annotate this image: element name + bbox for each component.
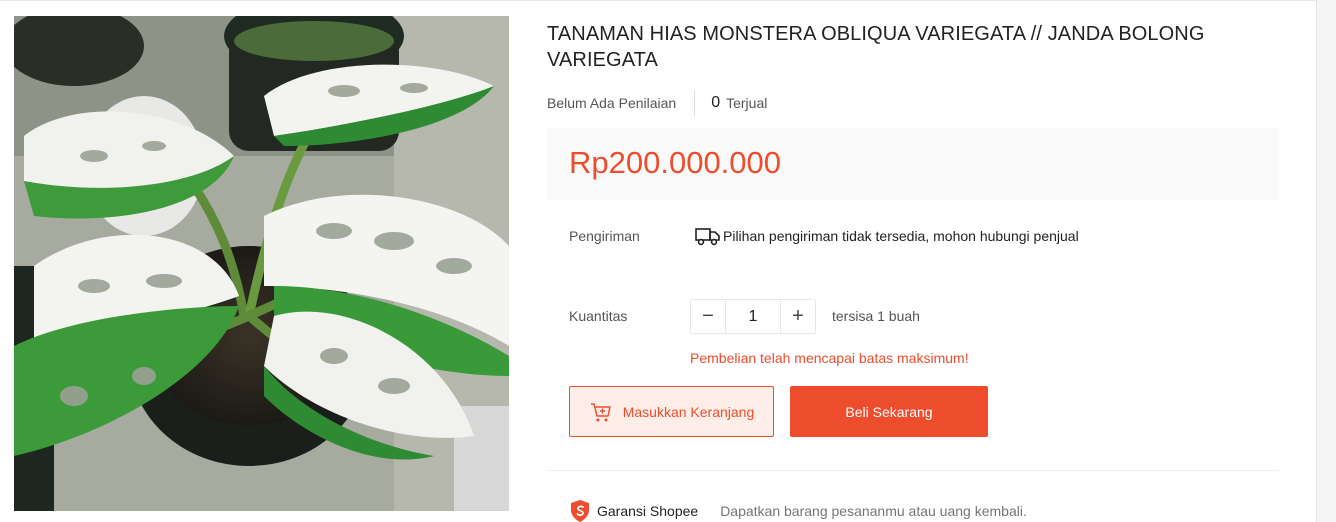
stock-text: tersisa 1 buah [832, 308, 920, 324]
top-border [0, 0, 1316, 1]
buy-now-button[interactable]: Beli Sekarang [790, 386, 988, 437]
price-box: Rp200.000.000 [547, 128, 1279, 200]
add-to-cart-label: Masukkan Keranjang [622, 403, 755, 420]
guarantee-description: Dapatkan barang pesananmu atau uang kemb… [720, 503, 1027, 519]
add-to-cart-icon [590, 402, 611, 421]
shopee-guarantee[interactable]: Garansi Shopee Dapatkan barang pesananmu… [569, 499, 1027, 522]
quantity-input[interactable] [725, 300, 781, 333]
sold-label: Terjual [726, 95, 768, 111]
monstera-plant-photo [14, 16, 509, 511]
decrement-button[interactable]: − [691, 300, 725, 333]
add-to-cart-button[interactable]: Masukkan Keranjang [569, 386, 774, 437]
product-title: TANAMAN HIAS MONSTERA OBLIQUA VARIEGATA … [547, 23, 1205, 71]
shipping-info: Pilihan pengiriman tidak tersedia, mohon… [695, 226, 1079, 246]
shipping-label: Pengiriman [569, 228, 640, 244]
sold-count: 0 [711, 94, 721, 111]
quantity-stepper: − + [690, 299, 816, 334]
product-price: Rp200.000.000 [569, 145, 782, 180]
shield-icon [571, 500, 589, 522]
rating-text[interactable]: Belum Ada Penilaian [547, 95, 694, 111]
buy-now-label: Beli Sekarang [845, 403, 933, 420]
rating-divider [694, 90, 696, 116]
product-image[interactable] [14, 16, 509, 511]
shipping-message: Pilihan pengiriman tidak tersedia, mohon… [723, 228, 1079, 244]
truck-icon [695, 228, 720, 246]
guarantee-title: Garansi Shopee [597, 503, 699, 519]
page-scrollbar-area [1316, 0, 1336, 522]
limit-warning: Pembelian telah mencapai batas maksimum! [690, 350, 969, 366]
section-divider [547, 470, 1279, 471]
quantity-label: Kuantitas [569, 308, 628, 324]
rating-row: Belum Ada Penilaian 0 Terjual [547, 90, 767, 116]
increment-button[interactable]: + [781, 300, 815, 333]
